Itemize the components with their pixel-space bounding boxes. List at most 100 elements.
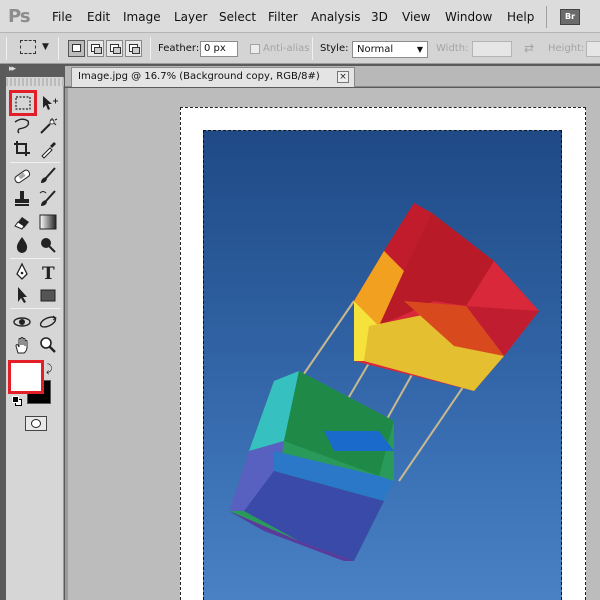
tools-separator <box>10 162 60 163</box>
document-tab-bar: Image.jpg @ 16.7% (Background copy, RGB/… <box>65 66 600 87</box>
photoshop-logo: Ps <box>8 6 31 27</box>
tools-panel: ▸▸ T ⤸ <box>6 64 64 600</box>
zoom-icon <box>40 337 56 353</box>
feather-input[interactable]: 0 px <box>200 41 238 57</box>
type-tool[interactable]: T <box>38 262 58 282</box>
move-tool[interactable] <box>39 93 59 113</box>
menu-select[interactable]: Select <box>219 10 256 24</box>
zoom-tool[interactable] <box>38 335 58 355</box>
quick-mask-icon <box>31 419 41 428</box>
bridge-button[interactable]: Br <box>560 9 580 25</box>
width-label: Width: <box>436 43 469 54</box>
eraser-icon <box>14 217 29 230</box>
svg-text:T: T <box>42 264 55 282</box>
tool-preset-picker[interactable] <box>20 40 36 54</box>
lasso-icon <box>14 118 30 134</box>
clone-stamp-tool[interactable] <box>12 189 32 209</box>
menu-view[interactable]: View <box>402 10 430 24</box>
marquee-tool-highlight <box>9 90 37 116</box>
menu-analysis[interactable]: Analysis <box>311 10 360 24</box>
healing-brush-icon <box>14 169 31 184</box>
style-label: Style: <box>320 43 349 54</box>
eraser-tool[interactable] <box>12 212 32 232</box>
document-tab[interactable]: Image.jpg @ 16.7% (Background copy, RGB/… <box>71 67 355 87</box>
kite-photo[interactable] <box>203 130 562 600</box>
collapse-icon[interactable]: ▸▸ <box>9 64 16 74</box>
path-selection-icon <box>18 287 27 303</box>
3d-rotate-tool[interactable] <box>12 312 32 332</box>
tools-panel-grip[interactable] <box>6 78 64 86</box>
blur-drop-icon <box>16 237 28 253</box>
add-to-selection-button[interactable] <box>87 40 104 57</box>
new-selection-button[interactable] <box>68 40 85 57</box>
3d-orbit-tool[interactable] <box>38 312 58 332</box>
history-brush-icon <box>39 190 56 206</box>
lasso-tool[interactable] <box>12 116 32 136</box>
crop-icon <box>14 141 30 156</box>
options-separator <box>58 37 59 60</box>
type-icon: T <box>42 264 55 282</box>
dodge-tool[interactable] <box>38 235 58 255</box>
foreground-color-swatch[interactable] <box>8 360 44 394</box>
eyedropper-icon <box>41 142 56 159</box>
eyedropper-tool[interactable] <box>38 139 58 159</box>
menu-layer[interactable]: Layer <box>174 10 207 24</box>
feather-label: Feather: <box>158 43 200 54</box>
options-separator <box>312 37 313 60</box>
chevron-down-icon: ▼ <box>416 45 423 54</box>
antialias-checkbox <box>250 44 260 54</box>
antialias-label: Anti-alias <box>263 43 310 54</box>
history-brush-tool[interactable] <box>38 189 58 209</box>
dodge-icon <box>41 238 56 253</box>
panel-divider <box>65 88 68 600</box>
pen-tool[interactable] <box>12 262 32 282</box>
chevron-down-icon[interactable]: ▼ <box>42 42 49 52</box>
hand-tool[interactable] <box>12 335 32 355</box>
box-kite-image <box>229 203 539 561</box>
menu-file[interactable]: File <box>52 10 72 24</box>
tools-separator <box>10 258 60 259</box>
subtract-from-selection-button[interactable] <box>106 40 123 57</box>
brush-icon <box>41 167 56 183</box>
menu-3d[interactable]: 3D <box>371 10 388 24</box>
menu-edit[interactable]: Edit <box>87 10 110 24</box>
swap-icon: ⇄ <box>524 41 535 55</box>
gradient-tool[interactable] <box>38 212 58 232</box>
options-bar: ▼ Feather: 0 px Anti-alias Style: Normal… <box>0 33 600 64</box>
spot-healing-brush-tool[interactable] <box>12 166 32 186</box>
menu-separator <box>546 6 547 28</box>
3d-orbit-icon <box>39 315 57 328</box>
style-select-value: Normal <box>357 44 394 55</box>
default-colors-icon[interactable] <box>12 396 22 406</box>
tools-panel-header[interactable]: ▸▸ <box>6 64 64 77</box>
hand-icon <box>15 337 28 354</box>
move-icon <box>43 96 58 110</box>
tools-separator <box>10 308 60 309</box>
close-icon[interactable]: × <box>337 71 349 83</box>
rectangle-shape-icon <box>40 289 56 302</box>
menu-filter[interactable]: Filter <box>268 10 298 24</box>
pen-icon <box>16 262 28 280</box>
brush-tool[interactable] <box>38 166 58 186</box>
path-selection-tool[interactable] <box>12 285 32 305</box>
menu-image[interactable]: Image <box>123 10 161 24</box>
magic-wand-icon <box>40 118 58 134</box>
blur-tool[interactable] <box>12 235 32 255</box>
swap-colors-icon[interactable]: ⤸ <box>46 362 53 376</box>
options-grip <box>6 37 7 60</box>
crop-tool[interactable] <box>12 139 32 159</box>
rectangle-tool[interactable] <box>38 285 58 305</box>
intersect-selection-button[interactable] <box>125 40 142 57</box>
style-select[interactable]: Normal ▼ <box>352 41 428 58</box>
height-label: Height: <box>548 43 585 54</box>
quick-mask-button[interactable] <box>25 416 47 431</box>
width-input <box>472 41 512 57</box>
menu-window[interactable]: Window <box>445 10 492 24</box>
menu-help[interactable]: Help <box>507 10 534 24</box>
options-separator <box>150 37 151 60</box>
gradient-icon <box>39 214 57 230</box>
3d-rotate-icon <box>13 317 31 327</box>
stamp-icon <box>15 191 29 206</box>
height-input <box>586 41 600 57</box>
quick-selection-tool[interactable] <box>38 116 58 136</box>
